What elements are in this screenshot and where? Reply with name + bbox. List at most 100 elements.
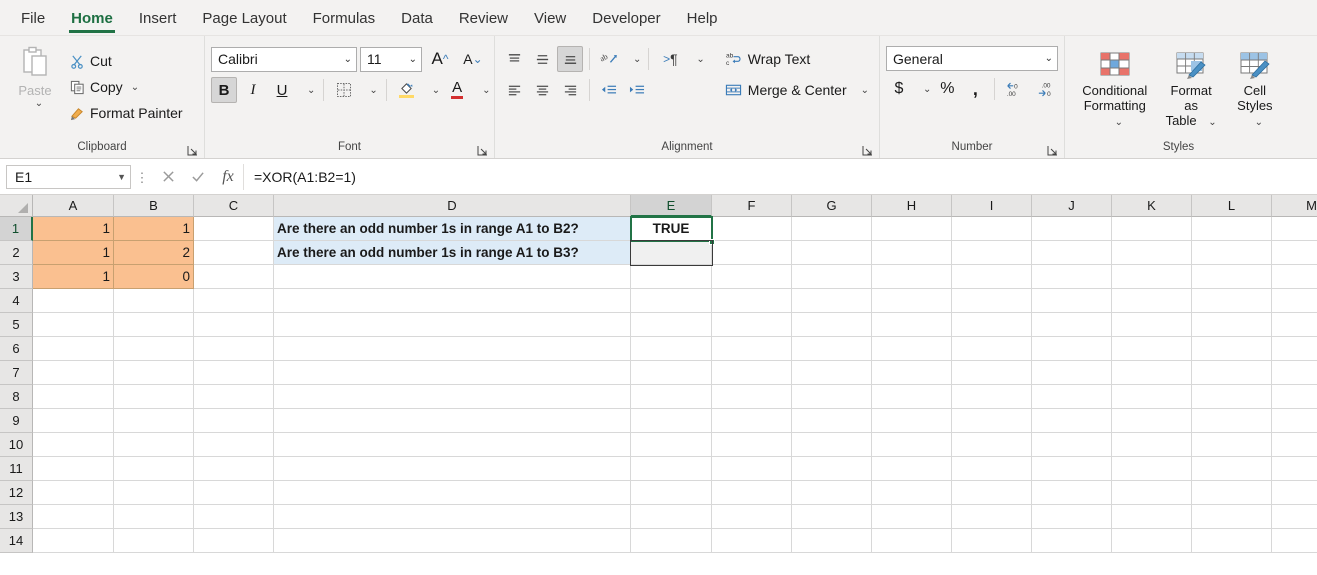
increase-font-size-button[interactable]: A ^ [425,46,455,72]
cell-G14[interactable] [792,529,872,553]
cell-G9[interactable] [792,409,872,433]
cell-H3[interactable] [872,265,952,289]
number-format-chevron-down-icon[interactable]: ⌄ [1041,53,1053,64]
decrease-indent-button[interactable] [596,77,622,103]
ribbon-tab-data[interactable]: Data [388,6,446,35]
cell-E6[interactable] [631,337,712,361]
cell-K14[interactable] [1112,529,1192,553]
cell-C13[interactable] [194,505,274,529]
ribbon-tab-view[interactable]: View [521,6,579,35]
cell-E1[interactable]: TRUE [631,217,712,241]
cell-D6[interactable] [274,337,631,361]
cell-C2[interactable] [194,241,274,265]
column-header-M[interactable]: M [1272,195,1317,217]
cell-K4[interactable] [1112,289,1192,313]
cell-C8[interactable] [194,385,274,409]
cell-L12[interactable] [1192,481,1272,505]
cell-I8[interactable] [952,385,1032,409]
row-header-14[interactable]: 14 [0,529,33,553]
cell-L2[interactable] [1192,241,1272,265]
format-as-table-chevron-down-icon[interactable]: ⌄ [1208,117,1216,128]
cell-M5[interactable] [1272,313,1317,337]
column-header-C[interactable]: C [194,195,274,217]
cell-G13[interactable] [792,505,872,529]
column-header-G[interactable]: G [792,195,872,217]
cell-C4[interactable] [194,289,274,313]
cell-H1[interactable] [872,217,952,241]
cell-B10[interactable] [114,433,194,457]
cell-A9[interactable] [33,409,114,433]
ribbon-tab-home[interactable]: Home [58,6,126,35]
format-painter-button[interactable]: Format Painter [64,100,187,126]
cell-H13[interactable] [872,505,952,529]
increase-indent-button[interactable] [624,77,650,103]
cell-F12[interactable] [712,481,792,505]
cell-B2[interactable]: 2 [114,241,194,265]
cell-D14[interactable] [274,529,631,553]
row-header-9[interactable]: 9 [0,409,33,433]
cell-A7[interactable] [33,361,114,385]
currency-chevron-down-icon[interactable]: ⌄ [914,76,932,102]
cell-C6[interactable] [194,337,274,361]
cell-K7[interactable] [1112,361,1192,385]
cell-J13[interactable] [1032,505,1112,529]
cell-B1[interactable]: 1 [114,217,194,241]
cell-J8[interactable] [1032,385,1112,409]
cell-F2[interactable] [712,241,792,265]
cell-H12[interactable] [872,481,952,505]
cell-F4[interactable] [712,289,792,313]
clipboard-dialog-launcher[interactable] [187,145,198,156]
cell-A1[interactable]: 1 [33,217,114,241]
cell-L13[interactable] [1192,505,1272,529]
cell-H5[interactable] [872,313,952,337]
cell-L14[interactable] [1192,529,1272,553]
cell-G10[interactable] [792,433,872,457]
font-color-chevron-down-icon[interactable]: ⌄ [473,77,491,103]
bold-button[interactable]: B [211,77,237,103]
cell-L1[interactable] [1192,217,1272,241]
formula-bar-splitter[interactable]: ⋮ [131,171,153,184]
column-header-F[interactable]: F [712,195,792,217]
cell-M8[interactable] [1272,385,1317,409]
cell-F14[interactable] [712,529,792,553]
cell-B9[interactable] [114,409,194,433]
cell-H7[interactable] [872,361,952,385]
number-format-combobox[interactable]: General ⌄ [886,46,1058,71]
row-header-4[interactable]: 4 [0,289,33,313]
cell-J14[interactable] [1032,529,1112,553]
cell-B3[interactable]: 0 [114,265,194,289]
cell-B6[interactable] [114,337,194,361]
cell-styles-chevron-down-icon[interactable]: ⌄ [1255,117,1263,128]
column-header-H[interactable]: H [872,195,952,217]
cell-A2[interactable]: 1 [33,241,114,265]
cell-I2[interactable] [952,241,1032,265]
align-right-button[interactable] [557,77,583,103]
merge-center-button[interactable]: Merge & Center ⌄ [718,77,876,103]
cell-F1[interactable] [712,217,792,241]
text-direction-chevron-down-icon[interactable]: ⌄ [687,46,705,72]
cell-C11[interactable] [194,457,274,481]
cell-K9[interactable] [1112,409,1192,433]
ribbon-tab-formulas[interactable]: Formulas [300,6,389,35]
cell-J5[interactable] [1032,313,1112,337]
cell-L11[interactable] [1192,457,1272,481]
cell-D12[interactable] [274,481,631,505]
cell-E8[interactable] [631,385,712,409]
cell-I10[interactable] [952,433,1032,457]
cell-C3[interactable] [194,265,274,289]
cell-B4[interactable] [114,289,194,313]
cell-D4[interactable] [274,289,631,313]
cell-J6[interactable] [1032,337,1112,361]
select-all-button[interactable] [0,195,33,217]
cell-J11[interactable] [1032,457,1112,481]
align-bottom-button[interactable] [557,46,583,72]
row-header-3[interactable]: 3 [0,265,33,289]
column-header-B[interactable]: B [114,195,194,217]
cell-F7[interactable] [712,361,792,385]
merge-center-chevron-down-icon[interactable]: ⌄ [861,85,869,96]
name-box-chevron-down-icon[interactable]: ▼ [117,172,126,182]
wrap-text-button[interactable]: ab c Wrap Text [718,46,876,72]
cell-M3[interactable] [1272,265,1317,289]
font-dialog-launcher[interactable] [477,145,488,156]
cell-I11[interactable] [952,457,1032,481]
